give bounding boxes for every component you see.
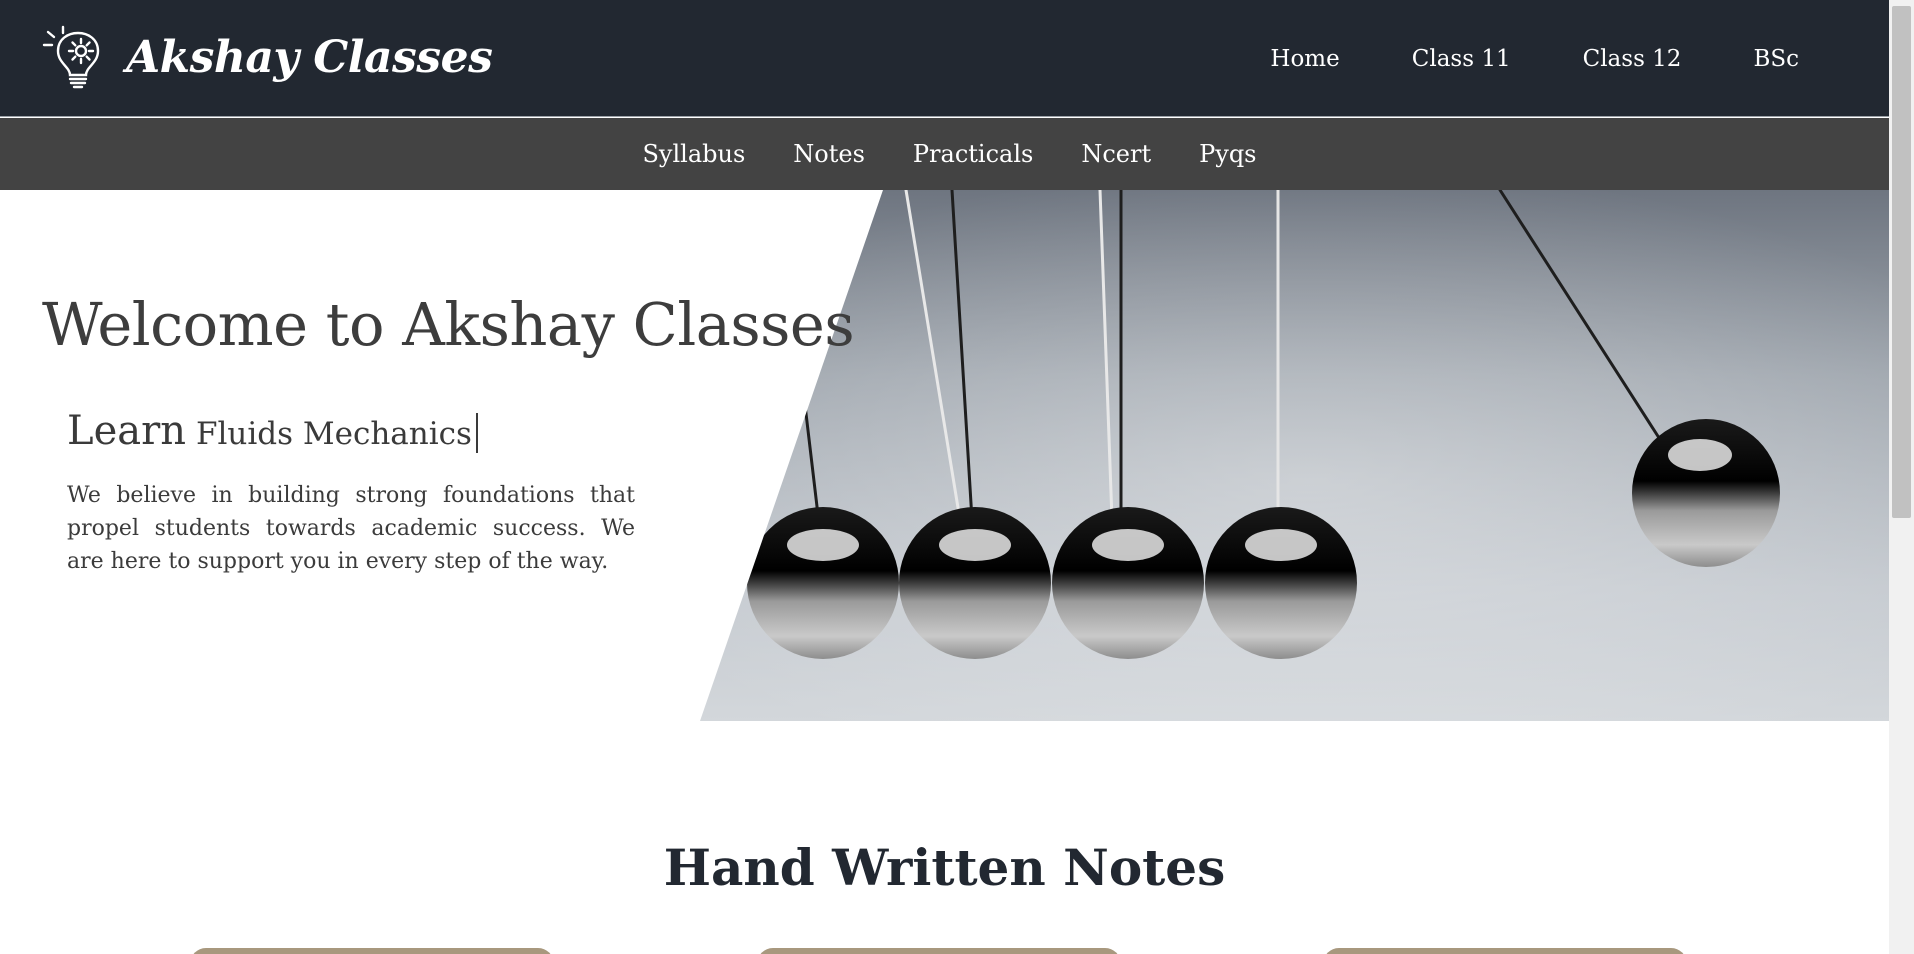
note-card[interactable] <box>757 948 1121 954</box>
nav-home[interactable]: Home <box>1270 46 1339 72</box>
lightbulb-gear-icon <box>42 25 100 89</box>
subnav-syllabus[interactable]: Syllabus <box>642 140 745 168</box>
hero-title: Welcome to Akshay Classes <box>42 290 855 359</box>
subnav-pyqs[interactable]: Pyqs <box>1199 140 1256 168</box>
brand-name: Akshay Classes <box>126 31 493 83</box>
nav-class-11[interactable]: Class 11 <box>1412 46 1511 72</box>
brand-link[interactable]: Akshay Classes <box>40 22 493 92</box>
subnav-notes[interactable]: Notes <box>793 140 865 168</box>
subnav-practicals[interactable]: Practicals <box>913 140 1033 168</box>
hero-subtitle-typed: Fluids Mechanics <box>195 416 472 452</box>
top-navbar: Akshay Classes Home Class 11 Class 12 BS… <box>0 0 1889 117</box>
note-card[interactable] <box>1323 948 1687 954</box>
note-card[interactable] <box>190 948 554 954</box>
scrollbar-thumb[interactable] <box>1892 6 1911 518</box>
hero-description: We believe in building strong foundation… <box>67 483 635 574</box>
hero-subtitle: Learn Fluids Mechanics <box>67 408 478 454</box>
sub-navbar: Syllabus Notes Practicals Ncert Pyqs <box>0 118 1889 190</box>
hero-section: Welcome to Akshay Classes Learn Fluids M… <box>0 190 1889 721</box>
notes-card-list <box>0 945 1889 954</box>
nav-class-12[interactable]: Class 12 <box>1583 46 1682 72</box>
main-nav: Home Class 11 Class 12 BSc <box>1270 0 1799 117</box>
hero-subtitle-prefix: Learn <box>67 408 186 454</box>
nav-bsc[interactable]: BSc <box>1753 46 1799 72</box>
notes-heading: Hand Written Notes <box>663 838 1226 897</box>
newtons-cradle-image <box>700 190 1889 721</box>
page-scrollbar[interactable] <box>1889 0 1914 954</box>
subnav-ncert[interactable]: Ncert <box>1081 140 1151 168</box>
typing-caret <box>475 413 478 453</box>
